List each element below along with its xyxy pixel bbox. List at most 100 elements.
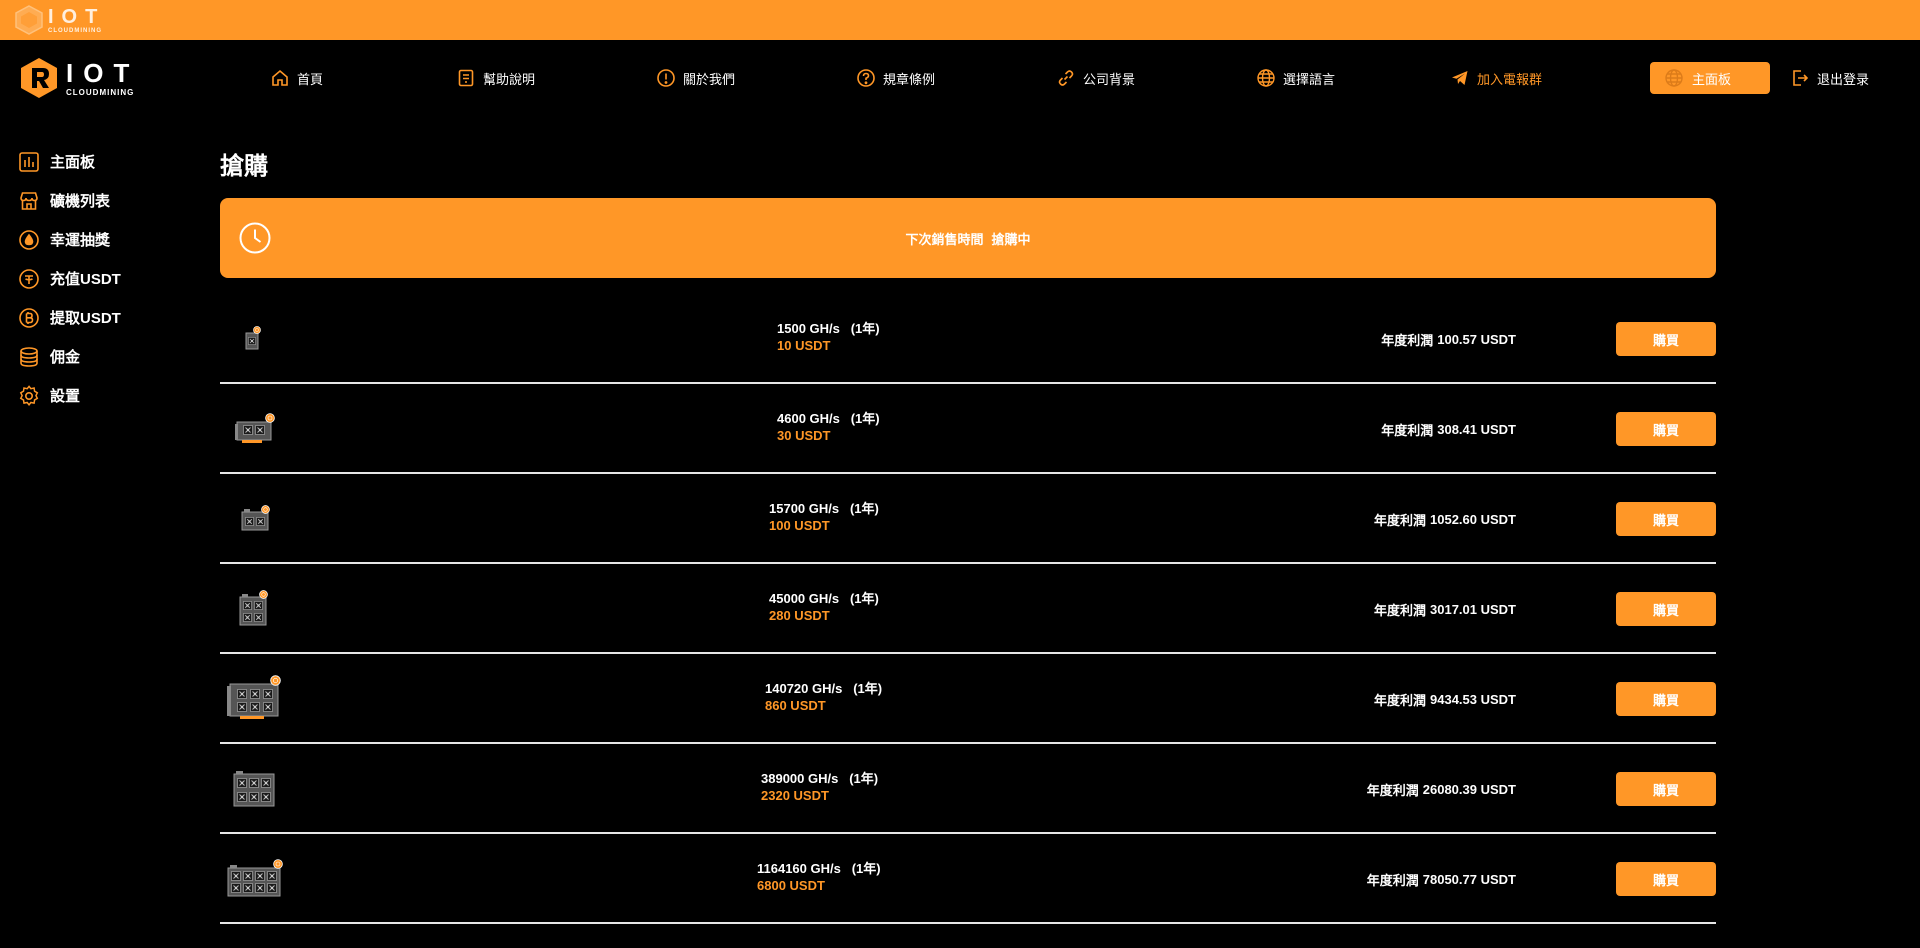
profit-label: 年度利潤 xyxy=(1373,602,1426,618)
sidebar-item-lottery[interactable]: 幸運抽獎 xyxy=(18,220,198,259)
miner-4fan-icon xyxy=(239,590,268,626)
annual-profit: 9434.53 USDT xyxy=(1430,691,1516,707)
coin-deposit-icon xyxy=(19,268,39,289)
nav-item-label: 加入電報群 xyxy=(1477,71,1543,87)
hashrate: 45000 GH/s xyxy=(769,591,840,606)
product-row: 140720 GH/s (1年) 860 USDT 年度利潤 9434.53 US… xyxy=(220,654,1716,744)
profit-label: 年度利潤 xyxy=(1366,782,1419,798)
buy-button[interactable]: 購買 xyxy=(1616,412,1716,446)
store-icon xyxy=(20,191,38,210)
sidebar-item-label: 佣金 xyxy=(50,349,81,366)
buy-button[interactable]: 購買 xyxy=(1616,322,1716,356)
sidebar-item-label: 幸運抽獎 xyxy=(50,232,111,249)
nav-item-about[interactable]: 關於我們 xyxy=(656,65,735,91)
hashrate: 389000 GH/s xyxy=(761,771,839,786)
hashrate: 1164160 GH/s xyxy=(757,861,841,876)
product-row: 1500 GH/s (1年) 10 USDT 年度利潤 100.57 USDT 購… xyxy=(220,294,1716,384)
sidebar-item-miners[interactable]: 礦機列表 xyxy=(18,181,198,220)
sidebar-item-label: 提取USDT xyxy=(50,310,121,327)
telegram-icon xyxy=(1452,71,1468,85)
profit-label: 年度利潤 xyxy=(1373,512,1426,528)
nav-item-label: 首頁 xyxy=(297,71,324,87)
nav-item-label: 關於我們 xyxy=(683,71,736,87)
nav-item-company[interactable]: 公司背景 xyxy=(1056,65,1135,91)
nav-item-telegram[interactable]: 加入電報群 xyxy=(1450,65,1542,91)
buy-button[interactable]: 購買 xyxy=(1616,862,1716,896)
sale-status-banner: 下次銷售時間 搶購中 xyxy=(220,198,1716,278)
sidebar-item-deposit[interactable]: 充值USDT xyxy=(18,259,198,298)
hashrate: 4600 GH/s xyxy=(777,411,840,426)
nav-item-rules[interactable]: 規章條例 xyxy=(856,65,935,91)
sidebar-item-settings[interactable]: 設置 xyxy=(18,376,198,415)
term: (1年) xyxy=(850,411,880,426)
logout-button[interactable]: 退出登录 xyxy=(1790,65,1869,91)
top-logo-subtext: CLOUDMINING xyxy=(48,27,102,34)
price: 6800 USDT xyxy=(757,878,825,893)
sidebar-item-commission[interactable]: 佣金 xyxy=(18,337,198,376)
globe-icon xyxy=(1665,69,1683,87)
term: (1年) xyxy=(849,771,879,786)
globe-icon xyxy=(1257,69,1275,87)
nav-item-home[interactable]: 首頁 xyxy=(270,65,323,91)
nav-item-label: 幫助說明 xyxy=(483,71,536,87)
database-icon xyxy=(20,346,38,367)
nav-item-help[interactable]: 幫助說明 xyxy=(456,65,535,91)
top-logo[interactable]: IOT CLOUDMINING xyxy=(14,3,105,37)
sale-status: 搶購中 xyxy=(991,231,1031,247)
product-row: 45000 GH/s (1年) 280 USDT 年度利潤 3017.01 USD… xyxy=(220,564,1716,654)
hex-logo-icon xyxy=(15,5,43,35)
annual-profit: 78050.77 USDT xyxy=(1422,871,1516,887)
product-row: 389000 GH/s (1年) 2320 USDT 年度利潤 26080.39 … xyxy=(220,744,1716,834)
nav-item-language[interactable]: 選擇語言 xyxy=(1256,65,1335,91)
sidebar-item-label: 設置 xyxy=(50,388,81,405)
product-row: 1164160 GH/s (1年) 6800 USDT 年度利潤 78050.77… xyxy=(220,834,1716,924)
hashrate: 1500 GH/s xyxy=(777,321,840,336)
annual-profit: 26080.39 USDT xyxy=(1422,781,1516,797)
buy-button[interactable]: 購買 xyxy=(1616,772,1716,806)
logout-label: 退出登录 xyxy=(1817,71,1870,87)
miner-6fan-icon xyxy=(233,771,275,807)
top-banner: IOT CLOUDMINING xyxy=(0,0,1920,40)
sidebar-item-label: 礦機列表 xyxy=(50,193,111,210)
home-icon xyxy=(272,69,288,86)
annual-profit: 3017.01 USDT xyxy=(1430,601,1516,617)
price: 860 USDT xyxy=(765,698,826,713)
top-logo-text: IOT xyxy=(48,5,106,28)
top-nav: 首頁 幫助說明 關於我們 規章條例 公司背景 選擇語言 加入電報群 xyxy=(0,60,1920,96)
miner-2fan-icon xyxy=(241,505,270,531)
dashboard-button[interactable]: 主面板 xyxy=(1650,62,1770,94)
product-row: 4600 GH/s (1年) 30 USDT 年度利潤 308.41 USDT 購… xyxy=(220,384,1716,474)
nav-item-label: 公司背景 xyxy=(1083,71,1136,87)
miner-8fan-icon xyxy=(227,859,283,897)
product-row: 15700 GH/s (1年) 100 USDT 年度利潤 1052.60 USD… xyxy=(220,474,1716,564)
term: (1年) xyxy=(849,591,879,606)
price: 100 USDT xyxy=(769,518,830,533)
buy-button[interactable]: 購買 xyxy=(1616,682,1716,716)
hashrate: 15700 GH/s xyxy=(769,501,840,516)
nav-item-label: 選擇語言 xyxy=(1283,71,1336,87)
buy-button[interactable]: 購買 xyxy=(1616,502,1716,536)
drop-icon xyxy=(19,229,39,250)
price: 280 USDT xyxy=(769,608,830,623)
price: 2320 USDT xyxy=(761,788,829,803)
sidebar: 主面板 礦機列表 幸運抽獎 充值USDT 提取USDT 佣金 設置 xyxy=(18,142,198,415)
price: 30 USDT xyxy=(777,428,831,443)
sidebar-item-withdraw[interactable]: 提取USDT xyxy=(18,298,198,337)
sidebar-item-label: 充值USDT xyxy=(50,271,121,288)
annual-profit: 1052.60 USDT xyxy=(1430,511,1516,527)
term: (1年) xyxy=(851,861,881,876)
term: (1年) xyxy=(849,501,879,516)
link-icon xyxy=(1058,70,1074,86)
profit-label: 年度利潤 xyxy=(1381,332,1434,348)
buy-button[interactable]: 購買 xyxy=(1616,592,1716,626)
annual-profit: 308.41 USDT xyxy=(1437,421,1516,437)
question-icon xyxy=(857,69,875,87)
gpu-rig-icon xyxy=(227,675,281,719)
price: 10 USDT xyxy=(777,338,831,353)
bitcoin-icon xyxy=(19,307,39,328)
gear-icon xyxy=(19,384,39,406)
hashrate: 140720 GH/s xyxy=(765,681,843,696)
sidebar-item-dashboard[interactable]: 主面板 xyxy=(18,142,198,181)
page-title: 搶購 xyxy=(220,153,268,180)
nav-item-label: 規章條例 xyxy=(883,71,936,87)
